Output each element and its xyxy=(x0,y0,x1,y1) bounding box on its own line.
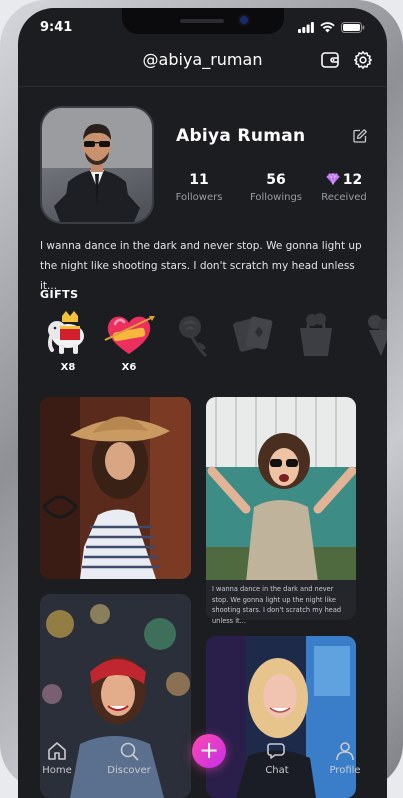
wallet-icon[interactable] xyxy=(320,50,340,70)
tab-discover[interactable]: Discover xyxy=(94,740,164,776)
stat-label: Received xyxy=(321,192,367,203)
tab-label: Profile xyxy=(329,765,361,776)
plus-icon: + xyxy=(198,736,220,764)
gift-item-locked[interactable] xyxy=(352,310,387,380)
stat-label: Followers xyxy=(175,192,223,203)
profile-header: @abiya_ruman xyxy=(18,46,387,87)
post-card[interactable] xyxy=(206,397,356,582)
search-icon xyxy=(120,742,139,761)
gift-item-locked[interactable] xyxy=(290,310,342,380)
post-card[interactable] xyxy=(40,397,191,579)
avatar-portrait xyxy=(42,108,152,222)
tab-label: Discover xyxy=(107,765,151,776)
stat-value: 12 xyxy=(304,172,384,188)
gift-count: X8 xyxy=(60,362,76,373)
gift-item-locked[interactable] xyxy=(166,310,218,380)
bouquet-gift-icon xyxy=(368,315,387,356)
status-bar: 9:41 xyxy=(40,20,365,38)
gift-item-locked[interactable] xyxy=(228,310,280,380)
bag-gift-icon xyxy=(300,313,332,356)
battery-icon xyxy=(341,22,365,33)
edit-profile-icon[interactable] xyxy=(352,128,368,144)
post-photo xyxy=(40,397,191,579)
stat-received[interactable]: 12 Received xyxy=(304,172,384,203)
stat-followers[interactable]: 11 Followers xyxy=(159,172,239,203)
gift-count: X6 xyxy=(121,362,137,373)
profile-avatar[interactable] xyxy=(40,106,154,224)
add-post-button[interactable]: + xyxy=(192,734,226,768)
stat-value: 11 xyxy=(189,172,209,188)
home-icon xyxy=(48,742,66,760)
wifi-icon xyxy=(320,22,335,33)
received-count: 12 xyxy=(342,172,363,188)
bio-line: I wanna dance in the dark and never stop… xyxy=(40,240,362,252)
chat-icon xyxy=(267,743,285,759)
phone-frame: 9:41 @abiya_ruman Abiya Ruman 11 Followe… xyxy=(0,0,403,798)
profile-icon xyxy=(336,742,354,761)
cards-gift-icon xyxy=(233,316,273,352)
profile-bio: I wanna dance in the dark and never stop… xyxy=(40,236,370,296)
tab-label: Chat xyxy=(265,765,289,776)
gifts-title: GIFTS xyxy=(40,288,79,301)
gift-item[interactable]: X6 xyxy=(103,310,155,380)
profile-name: Abiya Ruman xyxy=(176,126,306,146)
status-icons xyxy=(298,22,365,33)
rose-gift-icon xyxy=(179,316,208,358)
app-screen: 9:41 @abiya_ruman Abiya Ruman 11 Followe… xyxy=(18,8,387,798)
elephant-gift-icon xyxy=(48,311,84,354)
gem-icon xyxy=(326,172,340,186)
post-caption: I wanna dance in the dark and never stop… xyxy=(206,580,356,625)
tab-home[interactable]: Home xyxy=(22,740,92,776)
tab-profile[interactable]: Profile xyxy=(310,740,380,776)
status-time: 9:41 xyxy=(40,20,73,35)
tab-label: Home xyxy=(42,765,72,776)
signal-icon xyxy=(298,22,314,33)
tab-chat[interactable]: Chat xyxy=(242,740,312,776)
settings-gear-icon[interactable] xyxy=(353,50,373,70)
post-photo xyxy=(206,397,356,582)
bio-line: the night like shooting stars. I don't s… xyxy=(40,260,355,292)
gift-item[interactable]: X8 xyxy=(42,310,94,380)
heart-gift-icon xyxy=(104,316,155,354)
